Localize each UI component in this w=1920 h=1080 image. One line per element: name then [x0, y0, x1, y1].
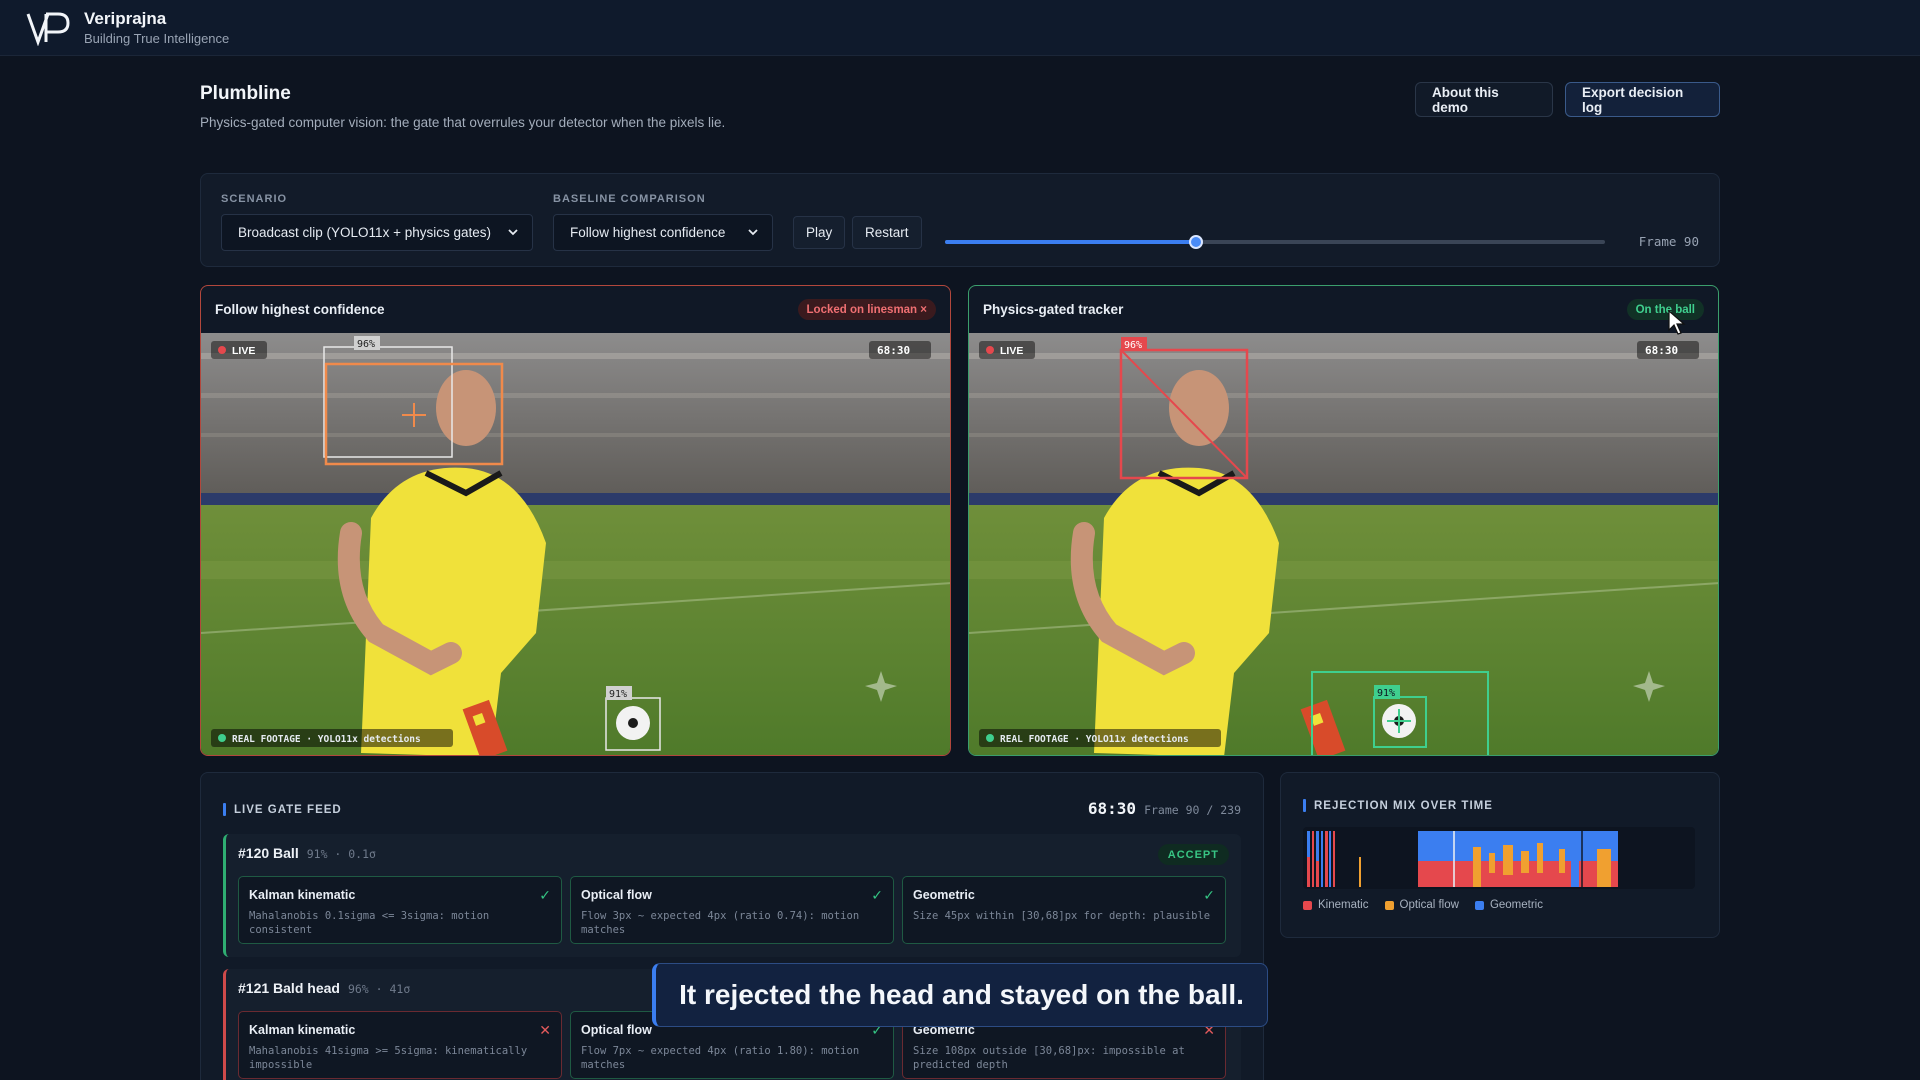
legend-item-kinematic: Kinematic: [1303, 899, 1369, 911]
feed-title: LIVE GATE FEED: [223, 803, 342, 816]
feed-frame: Frame 90 / 239: [1144, 803, 1241, 817]
baseline-label: BASELINE COMPARISON: [553, 193, 706, 205]
detection-id: #121 Bald head: [238, 980, 340, 996]
rejection-mix-legend: Kinematic Optical flow Geometric: [1303, 899, 1559, 911]
rejection-mix-panel: REJECTION MIX OVER TIME Kinematic Optica…: [1280, 772, 1720, 938]
narration-caption: It rejected the head and stayed on the b…: [652, 963, 1268, 1027]
ball-box-confidence: 91%: [609, 689, 627, 700]
feed-time: 68:30: [1087, 799, 1137, 818]
detection-id: #120 Ball: [238, 845, 299, 861]
frame-slider[interactable]: [945, 235, 1605, 249]
frame-label: Frame 90: [1638, 234, 1699, 249]
gated-panel-title: Physics-gated tracker: [983, 302, 1124, 317]
scenario-select[interactable]: Broadcast clip (YOLO11x + physics gates): [221, 214, 533, 251]
rejected-box-confidence: 96%: [1124, 340, 1142, 351]
legend-item-optical-flow: Optical flow: [1384, 899, 1459, 911]
clock-overlay: 68:30: [1645, 344, 1678, 357]
live-gate-feed: LIVE GATE FEED 68:30 Frame 90 / 239 #120…: [200, 772, 1264, 1080]
detection-meta: 96% · 41σ: [347, 982, 411, 996]
brand-tagline: Building True Intelligence: [84, 31, 230, 46]
baseline-select-value: Follow highest confidence: [570, 225, 726, 240]
check-icon: ✓: [539, 887, 551, 903]
clock-overlay: 68:30: [877, 344, 910, 357]
frame-slider-thumb[interactable]: [1188, 235, 1203, 249]
veriprajna-logo-icon: [26, 12, 70, 46]
accept-badge: ACCEPT: [1157, 844, 1229, 865]
baseline-status-badge: Locked on linesman ×: [797, 299, 936, 320]
export-decision-log-button[interactable]: Export decision log: [1565, 82, 1720, 117]
about-demo-button[interactable]: About this demo: [1415, 82, 1553, 117]
cross-icon: ✕: [539, 1022, 551, 1038]
ghost-box-confidence: 96%: [357, 339, 375, 350]
page-subtitle: Physics-gated computer vision: the gate …: [200, 115, 726, 130]
check-icon: ✓: [1203, 887, 1215, 903]
legend-item-geometric: Geometric: [1474, 899, 1543, 911]
gate-kalman: Kalman kinematic ✕ Mahalanobis 41sigma >…: [238, 1011, 562, 1079]
baseline-panel: Follow highest confidence Locked on line…: [200, 285, 951, 756]
feed-clock: 68:30 Frame 90 / 239: [1088, 799, 1241, 818]
restart-button[interactable]: Restart: [852, 216, 922, 249]
chevron-down-icon: [508, 229, 518, 236]
gate-optical-flow: Optical flow ✓ Flow 3px ~ expected 4px (…: [570, 876, 894, 944]
page-title: Plumbline: [200, 83, 291, 104]
scenario-label: SCENARIO: [221, 193, 288, 205]
rejection-mix-chart: [1303, 827, 1695, 889]
gate-geometric: Geometric ✓ Size 45px within [30,68]px f…: [902, 876, 1226, 944]
brand-name: Veriprajna: [84, 9, 167, 28]
chevron-down-icon: [748, 229, 758, 236]
footage-label: REAL FOOTAGE · YOLO11x detections: [232, 734, 421, 745]
ball-box-confidence: 91%: [1377, 688, 1395, 699]
detection-meta: 91% · 0.1σ: [306, 847, 376, 861]
check-icon: ✓: [871, 887, 883, 903]
gate-kalman: Kalman kinematic ✓ Mahalanobis 0.1sigma …: [238, 876, 562, 944]
detection-card[interactable]: #120 Ball 91% · 0.1σ ACCEPT Kalman kinem…: [223, 834, 1241, 957]
live-label: LIVE: [1000, 345, 1023, 357]
mouse-cursor-icon: [1668, 310, 1686, 335]
gated-panel: Physics-gated tracker On the ball 96% 91…: [968, 285, 1719, 756]
gated-video-frame: 96% 91% LIVE 68:30 REAL FOOTAGE · YOLO11…: [969, 333, 1718, 755]
rejection-mix-title: REJECTION MIX OVER TIME: [1303, 799, 1493, 812]
baseline-select[interactable]: Follow highest confidence: [553, 214, 773, 251]
play-button[interactable]: Play: [793, 216, 846, 249]
scenario-select-value: Broadcast clip (YOLO11x + physics gates): [238, 225, 491, 240]
live-label: LIVE: [232, 345, 255, 357]
footage-label: REAL FOOTAGE · YOLO11x detections: [1000, 734, 1189, 745]
baseline-video-frame: 96% 91% LIVE 68:30 REAL FOOTAGE · YOLO11…: [201, 333, 950, 755]
gated-status-badge: On the ball: [1626, 299, 1704, 320]
controls-panel: SCENARIO Broadcast clip (YOLO11x + physi…: [200, 173, 1720, 267]
top-bar: Veriprajna Building True Intelligence: [0, 0, 1920, 56]
baseline-panel-title: Follow highest confidence: [215, 302, 385, 317]
frame-slider-fill: [945, 240, 1196, 244]
